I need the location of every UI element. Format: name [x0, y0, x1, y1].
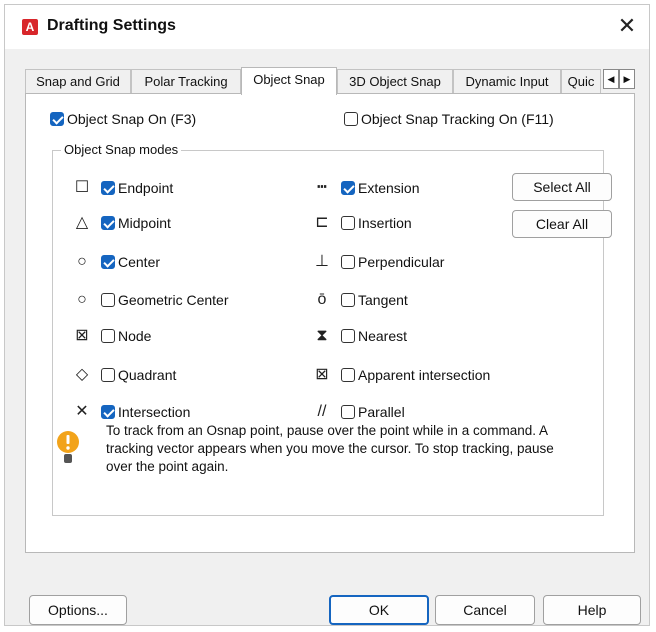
square-icon: ☐ — [74, 179, 90, 197]
boxed-x-icon: ⊠ — [315, 366, 329, 384]
triangle-icon: △ — [75, 214, 89, 232]
tab-object-snap[interactable]: Object Snap — [241, 67, 337, 95]
mode-label: Parallel — [358, 404, 405, 421]
perpendicular-icon: ⊥ — [315, 253, 329, 271]
mode-label: Extension — [358, 180, 420, 197]
mode-label: Geometric Center — [118, 292, 229, 309]
mode-perpendicular[interactable]: ⊥ Perpendicular — [311, 251, 444, 271]
circle-icon: ○ — [77, 291, 87, 309]
checkbox-icon[interactable] — [341, 255, 355, 270]
lightbulb-icon — [57, 431, 79, 463]
checkbox-icon[interactable] — [341, 329, 355, 344]
checkbox-icon[interactable] — [344, 112, 358, 127]
object-snap-on-label: Object Snap On (F3) — [67, 111, 197, 128]
mode-parallel[interactable]: // Parallel — [311, 401, 405, 421]
checkbox-icon[interactable] — [101, 405, 115, 420]
drafting-settings-dialog: A Drafting Settings ✕ Snap and Grid Pola… — [4, 4, 650, 626]
tab-snap-and-grid[interactable]: Snap and Grid — [25, 69, 131, 93]
checkbox-icon[interactable] — [341, 293, 355, 308]
checkbox-icon[interactable] — [101, 293, 115, 308]
mode-midpoint[interactable]: △ Midpoint — [71, 212, 171, 232]
circle-icon: ○ — [77, 253, 87, 271]
mode-intersection[interactable]: ✕ Intersection — [71, 401, 190, 421]
tab-dynamic-input[interactable]: Dynamic Input — [453, 69, 561, 93]
checkbox-icon[interactable] — [50, 112, 64, 127]
object-snap-tracking-checkbox[interactable]: Object Snap Tracking On (F11) — [344, 108, 554, 128]
tab-polar-tracking[interactable]: Polar Tracking — [131, 69, 241, 93]
mode-label: Center — [118, 254, 161, 271]
autocad-app-icon: A — [22, 19, 38, 35]
x-icon: ✕ — [75, 403, 89, 421]
tab-scroll-left-icon[interactable]: ◀ — [603, 69, 619, 89]
diamond-icon: ◇ — [75, 366, 89, 384]
mode-label: Apparent intersection — [358, 367, 491, 384]
checkbox-icon[interactable] — [341, 405, 355, 420]
insertion-icon: ⊏ — [315, 214, 329, 232]
mode-label: Tangent — [358, 292, 408, 309]
mode-nearest[interactable]: ⧗ Nearest — [311, 325, 407, 345]
object-snap-panel: Object Snap On (F3) Object Snap Tracking… — [25, 93, 635, 553]
mode-endpoint[interactable]: ☐ Endpoint — [71, 177, 173, 197]
checkbox-icon[interactable] — [101, 329, 115, 344]
help-button[interactable]: Help — [543, 595, 641, 625]
parallel-icon: // — [317, 403, 327, 421]
checkbox-icon[interactable] — [101, 368, 115, 383]
mode-label: Nearest — [358, 328, 408, 345]
tracking-hint-text: To track from an Osnap point, pause over… — [106, 423, 554, 474]
mode-extension[interactable]: ┅ Extension — [311, 177, 419, 197]
mode-label: Intersection — [118, 404, 191, 421]
clear-all-button[interactable]: Clear All — [512, 210, 612, 238]
object-snap-tracking-label: Object Snap Tracking On (F11) — [361, 111, 554, 128]
mode-node[interactable]: ⊠ Node — [71, 325, 151, 345]
ok-button[interactable]: OK — [329, 595, 429, 625]
mode-label: Insertion — [358, 215, 412, 232]
checkbox-icon[interactable] — [341, 181, 355, 196]
tab-strip: Snap and Grid Polar Tracking Object Snap… — [25, 67, 635, 95]
group-title: Object Snap modes — [61, 142, 182, 157]
checkbox-icon[interactable] — [341, 216, 355, 231]
checkbox-icon[interactable] — [101, 255, 115, 270]
mode-center[interactable]: ○ Center — [71, 251, 160, 271]
cancel-button[interactable]: Cancel — [435, 595, 535, 625]
node-icon: ⊠ — [75, 327, 89, 345]
object-snap-on-checkbox[interactable]: Object Snap On (F3) — [50, 108, 196, 128]
select-all-button[interactable]: Select All — [512, 173, 612, 201]
window-title: Drafting Settings — [47, 17, 176, 34]
mode-label: Midpoint — [118, 215, 171, 232]
options-button[interactable]: Options... — [29, 595, 127, 625]
mode-geometric-center[interactable]: ○ Geometric Center — [71, 289, 228, 309]
checkbox-icon[interactable] — [101, 181, 115, 196]
mode-label: Node — [118, 328, 152, 345]
hourglass-icon: ⧗ — [316, 327, 328, 345]
checkbox-icon[interactable] — [101, 216, 115, 231]
tab-scroll-right-icon[interactable]: ▶ — [619, 69, 635, 89]
tangent-icon: ō — [317, 291, 327, 309]
mode-apparent-intersection[interactable]: ⊠ Apparent intersection — [311, 364, 490, 384]
mode-quadrant[interactable]: ◇ Quadrant — [71, 364, 177, 384]
mode-label: Quadrant — [118, 367, 177, 384]
mode-label: Perpendicular — [358, 254, 445, 271]
tab-quick-properties[interactable]: Quic — [561, 69, 601, 93]
mode-label: Endpoint — [118, 180, 174, 197]
title-bar: A Drafting Settings ✕ — [5, 5, 649, 49]
dashes-icon: ┅ — [317, 179, 327, 197]
mode-insertion[interactable]: ⊏ Insertion — [311, 212, 412, 232]
close-icon[interactable]: ✕ — [611, 11, 643, 43]
checkbox-icon[interactable] — [341, 368, 355, 383]
tab-3d-object-snap[interactable]: 3D Object Snap — [337, 69, 453, 93]
mode-tangent[interactable]: ō Tangent — [311, 289, 408, 309]
